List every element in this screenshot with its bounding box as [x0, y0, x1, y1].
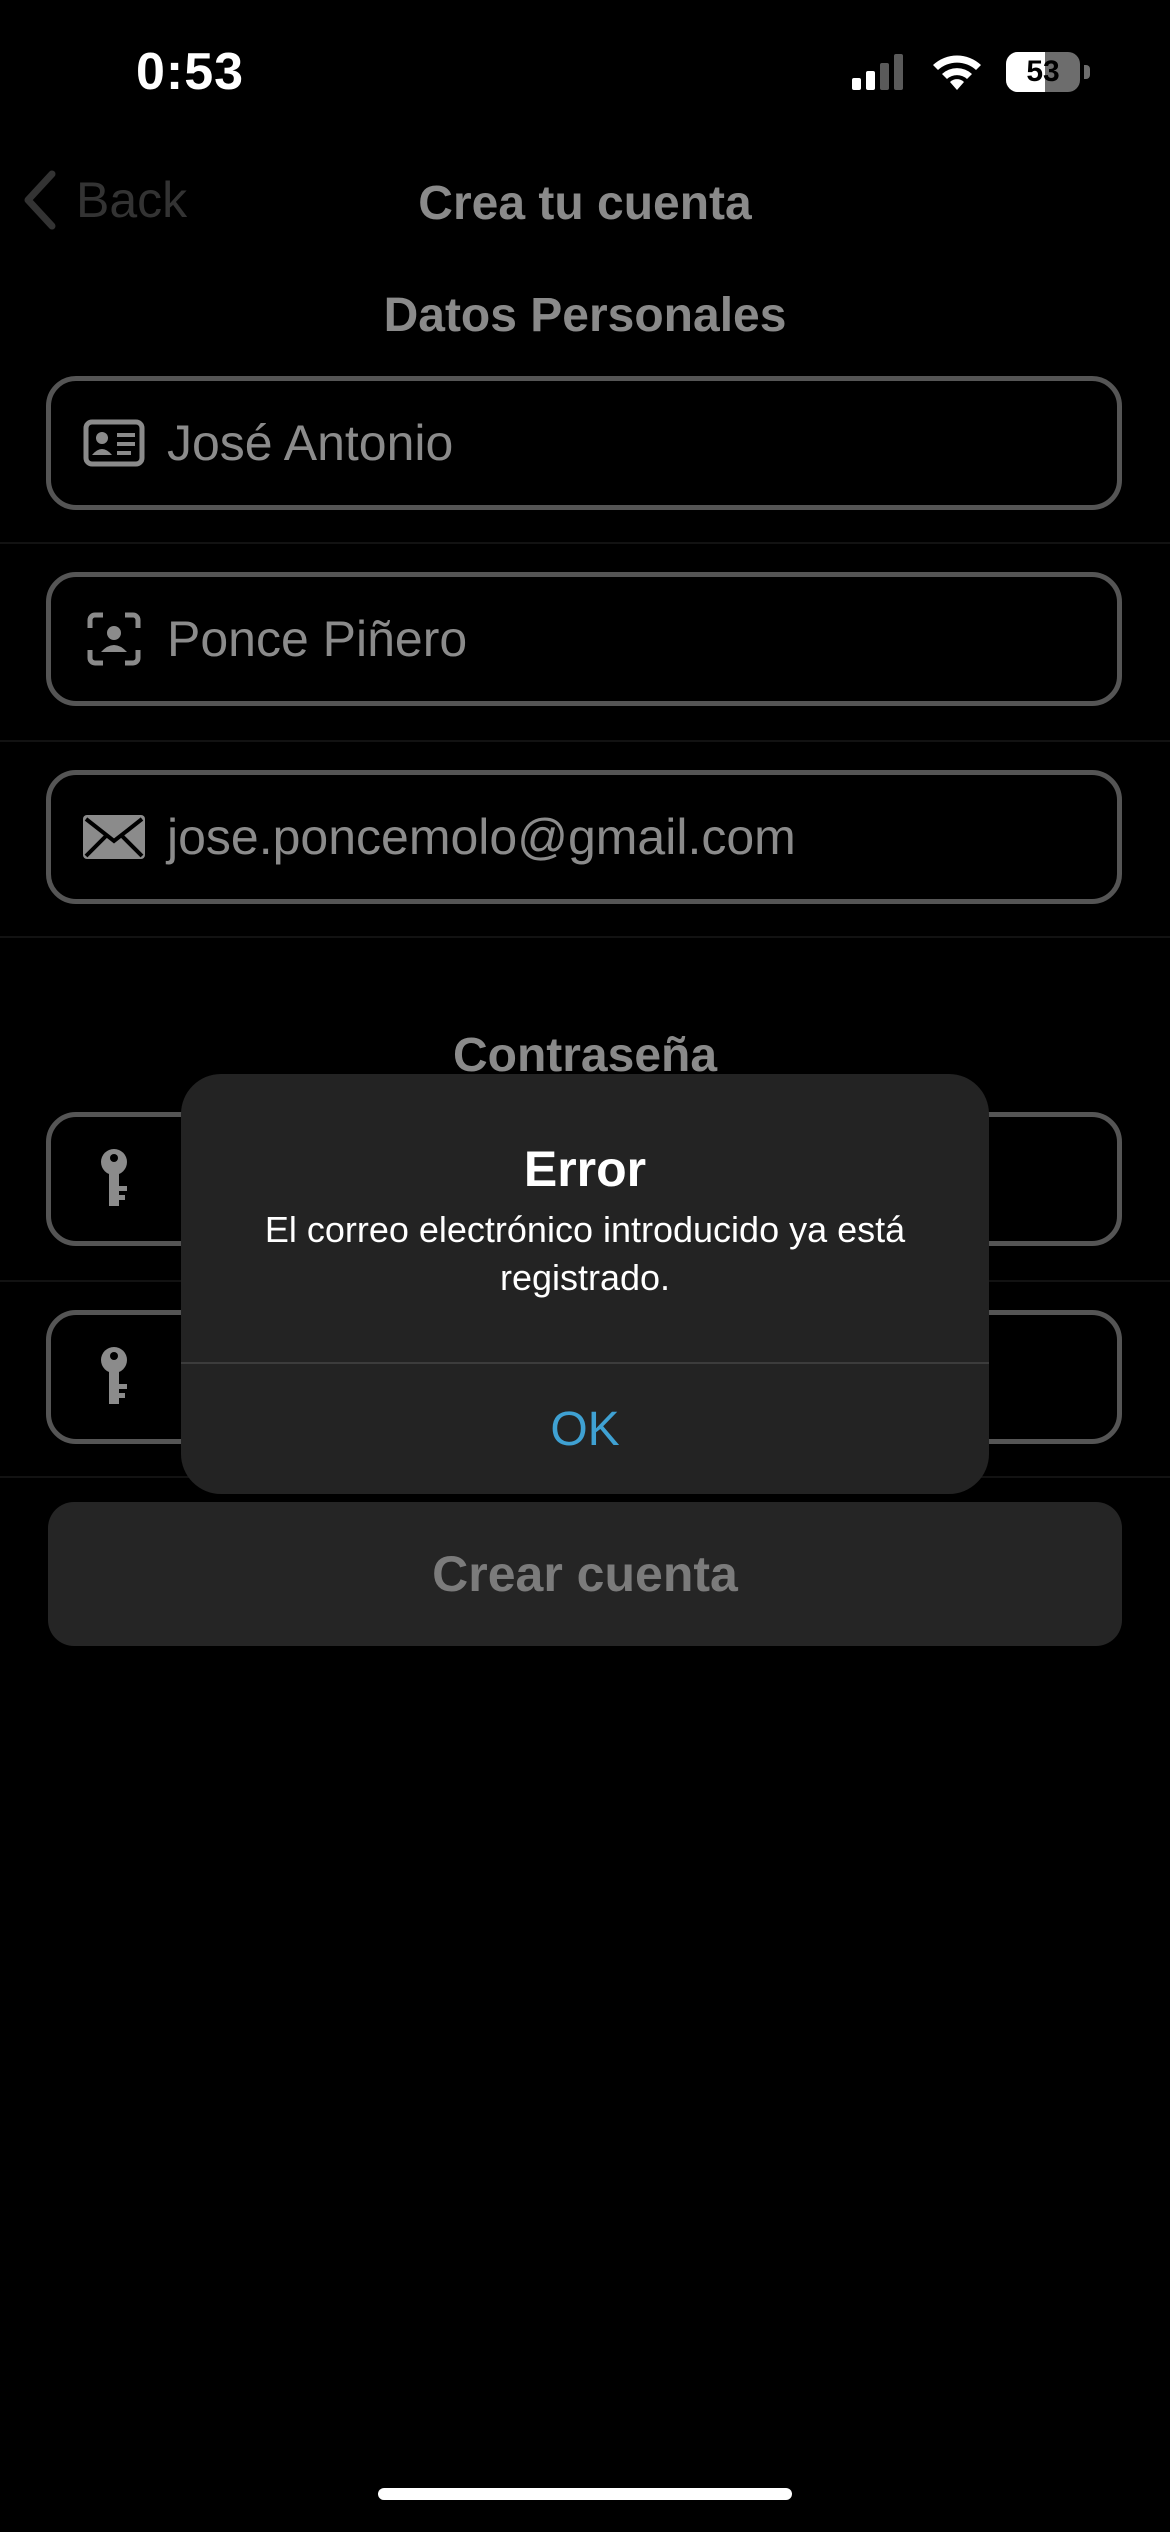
envelope-icon [79, 815, 149, 859]
last-name-value: Ponce Piñero [167, 611, 468, 667]
person-viewfinder-icon [79, 612, 149, 666]
wifi-icon [933, 55, 981, 90]
email-field[interactable]: jose.poncemolo@gmail.com [46, 770, 1122, 904]
section-title-personal: Datos Personales [383, 289, 787, 342]
error-alert: Error El correo electrónico introducido … [181, 1074, 989, 1494]
home-indicator[interactable] [378, 2488, 792, 2500]
key-icon [79, 1346, 149, 1408]
battery-icon: 53 [1006, 52, 1080, 92]
separator [0, 542, 1170, 544]
first-name-value: José Antonio [167, 415, 454, 471]
id-card-icon [79, 419, 149, 467]
alert-message: El correo electrónico introducido ya est… [264, 1209, 906, 1298]
alert-title: Error [523, 1141, 647, 1197]
last-name-field[interactable]: Ponce Piñero [46, 572, 1122, 706]
alert-ok-button[interactable]: OK [181, 1364, 989, 1494]
separator [0, 936, 1170, 938]
first-name-field[interactable]: José Antonio [46, 376, 1122, 510]
email-value: jose.poncemolo@gmail.com [167, 809, 796, 865]
status-time: 0:53 [136, 43, 245, 101]
cellular-signal-icon [852, 54, 903, 90]
create-account-button[interactable]: Crear cuenta [48, 1502, 1122, 1646]
key-icon [79, 1148, 149, 1210]
status-icons: 53 [852, 52, 1090, 92]
battery-level: 53 [1026, 55, 1060, 88]
separator [0, 740, 1170, 742]
battery-tip [1084, 65, 1090, 79]
page-title: Crea tu cuenta [418, 177, 752, 230]
